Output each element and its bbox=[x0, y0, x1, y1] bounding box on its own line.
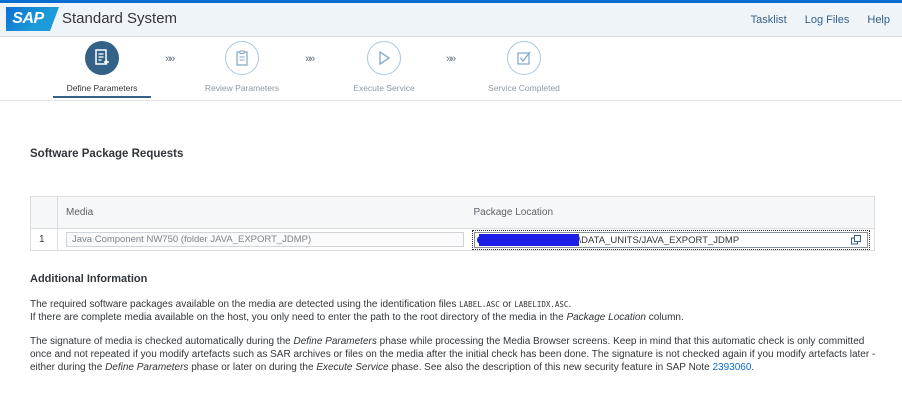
step-label: Service Completed bbox=[488, 83, 560, 93]
additional-info-paragraph-2: The signature of media is checked automa… bbox=[30, 335, 880, 374]
package-requests-table: Media Package Location 1 Java Component … bbox=[30, 196, 875, 251]
italic-text: Package Location bbox=[566, 312, 646, 323]
italic-text: Define Parameters bbox=[105, 362, 189, 373]
play-icon bbox=[367, 41, 401, 75]
package-location-input[interactable]: \DATA_UNITS/JAVA_EXPORT_JDMP bbox=[471, 229, 870, 250]
table-row: 1 Java Component NW750 (folder JAVA_EXPO… bbox=[30, 228, 875, 251]
step-train: Define Parameters »» Review Parameters »… bbox=[0, 38, 902, 100]
table-header-row: Media Package Location bbox=[30, 196, 875, 229]
text: or bbox=[499, 299, 515, 310]
step-service-completed[interactable]: Service Completed bbox=[469, 41, 579, 93]
redaction-mark bbox=[478, 233, 579, 246]
step-label: Execute Service bbox=[353, 83, 415, 93]
code-text: LABELIDX.ASC bbox=[514, 300, 569, 309]
section-title: Software Package Requests bbox=[30, 148, 184, 160]
app-title: Standard System bbox=[62, 10, 178, 27]
checkbox-icon bbox=[507, 41, 541, 75]
sap-logo[interactable]: SAP bbox=[6, 7, 59, 31]
chevron-icon: »» bbox=[165, 53, 175, 65]
text: column. bbox=[645, 312, 684, 323]
chevron-icon: »» bbox=[446, 53, 456, 65]
text: The required software packages available… bbox=[30, 299, 460, 310]
text: . bbox=[568, 299, 572, 310]
active-step-indicator bbox=[53, 96, 151, 98]
column-header-number bbox=[30, 196, 58, 229]
step-define-parameters[interactable]: Define Parameters bbox=[47, 41, 157, 98]
step-label: Review Parameters bbox=[204, 83, 280, 93]
text: phase. See also the description of this … bbox=[388, 362, 713, 373]
italic-text: Define Parameters bbox=[293, 336, 377, 347]
package-location-value: \DATA_UNITS/JAVA_EXPORT_JDMP bbox=[578, 234, 740, 246]
additional-info-title: Additional Information bbox=[30, 273, 148, 285]
code-text: LABEL.ASC bbox=[459, 300, 500, 309]
text: phase or later on during the bbox=[188, 362, 317, 373]
value-help-icon[interactable] bbox=[850, 234, 862, 245]
tasklist-link[interactable]: Tasklist bbox=[751, 14, 787, 26]
step-label: Define Parameters bbox=[66, 83, 138, 93]
step-train-divider bbox=[0, 100, 902, 101]
row-number: 1 bbox=[30, 228, 58, 251]
help-link[interactable]: Help bbox=[867, 14, 890, 26]
step-execute-service[interactable]: Execute Service bbox=[329, 41, 439, 93]
text: The signature of media is checked automa… bbox=[30, 336, 294, 347]
clipboard-icon bbox=[225, 41, 259, 75]
column-header-package-location: Package Location bbox=[465, 196, 875, 229]
package-location-cell: \DATA_UNITS/JAVA_EXPORT_JDMP bbox=[466, 229, 875, 251]
document-edit-icon bbox=[85, 41, 119, 75]
sap-note-link[interactable]: 2393060 bbox=[712, 362, 751, 373]
step-review-parameters[interactable]: Review Parameters bbox=[187, 41, 297, 93]
column-header-media: Media bbox=[57, 196, 466, 229]
text: . bbox=[751, 362, 755, 373]
italic-text: Execute Service bbox=[316, 362, 389, 373]
chevron-icon: »» bbox=[305, 53, 315, 65]
media-field: Java Component NW750 (folder JAVA_EXPORT… bbox=[66, 232, 464, 247]
header-links: Tasklist Log Files Help bbox=[751, 14, 890, 26]
additional-info-paragraph-1: The required software packages available… bbox=[30, 298, 880, 324]
logo-text: SAP bbox=[12, 10, 44, 27]
text: If there are complete media available on… bbox=[30, 312, 567, 323]
media-cell: Java Component NW750 (folder JAVA_EXPORT… bbox=[58, 229, 466, 251]
log-files-link[interactable]: Log Files bbox=[805, 14, 850, 26]
shell-header: SAP Standard System Tasklist Log Files H… bbox=[0, 0, 902, 37]
